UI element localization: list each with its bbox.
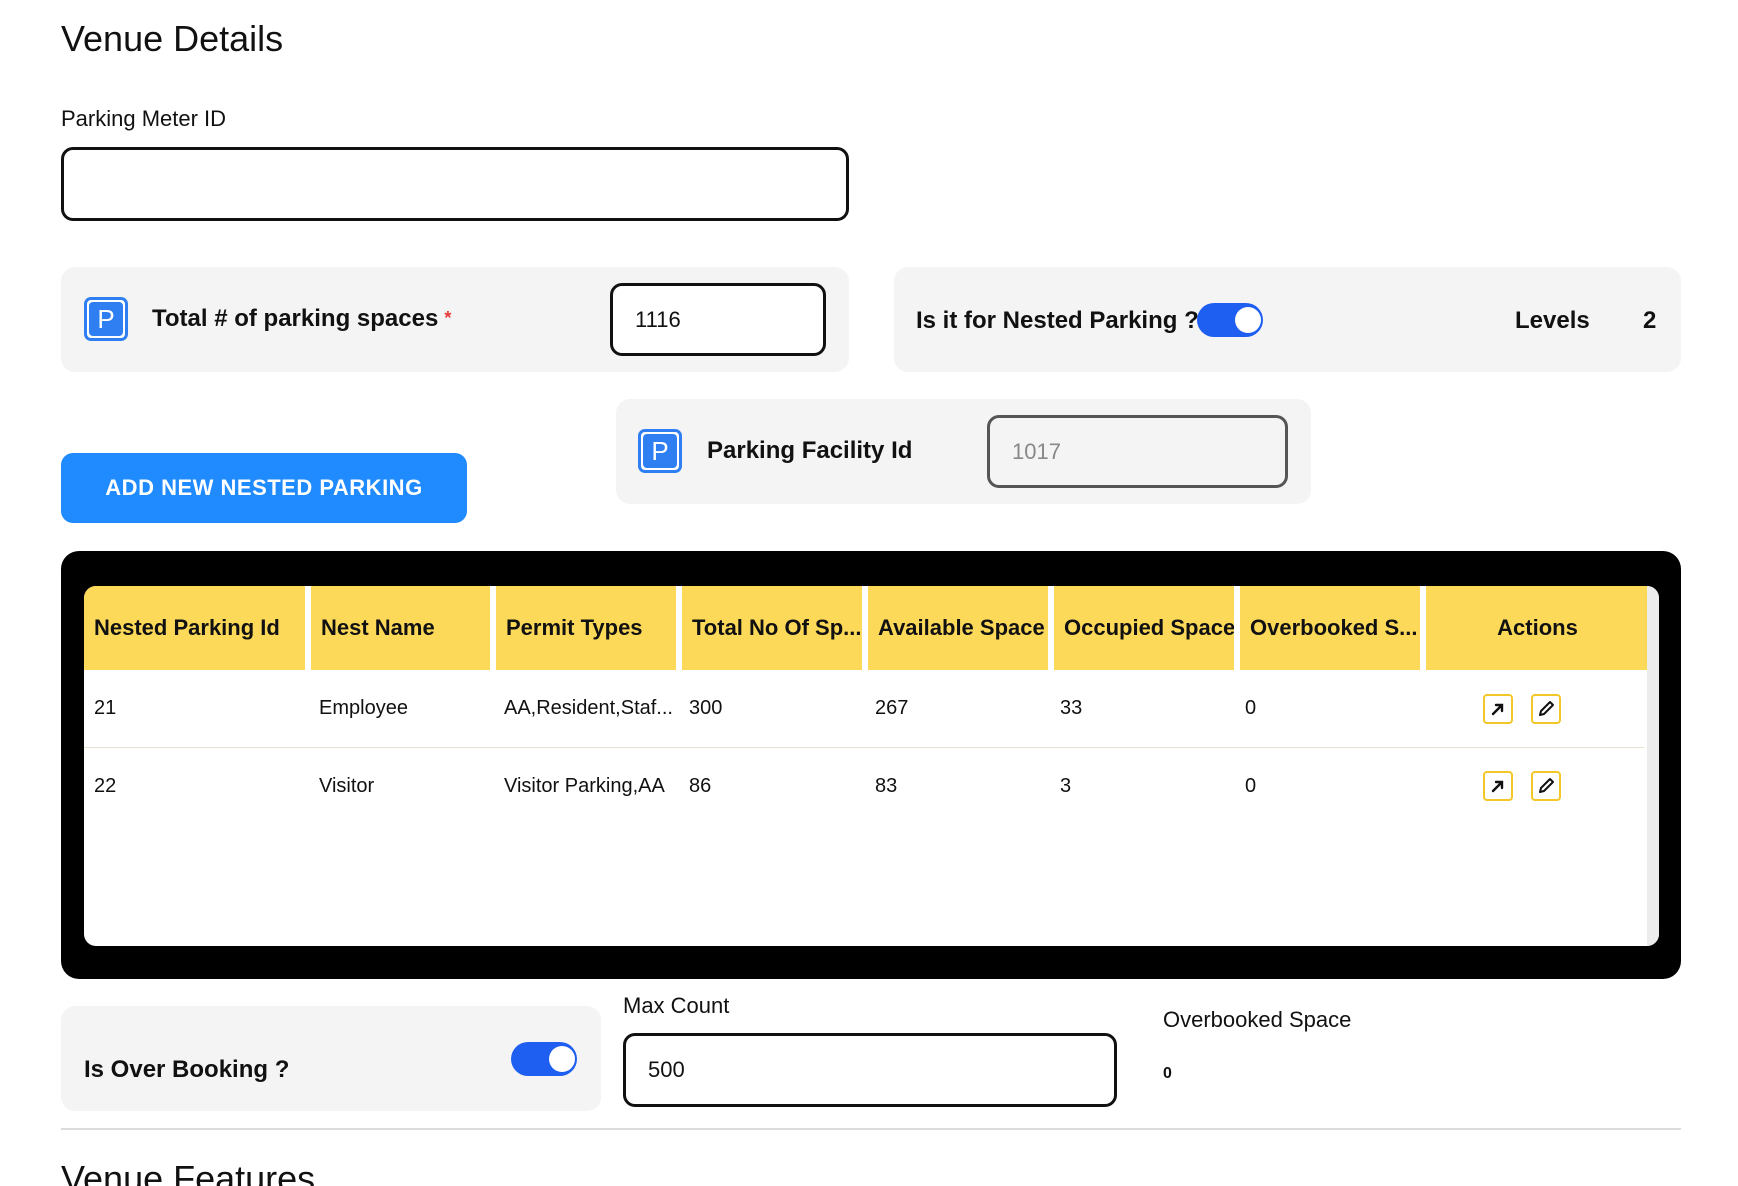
nested-parking-toggle[interactable] — [1197, 303, 1263, 337]
total-spaces-label-text: Total # of parking spaces — [152, 305, 439, 332]
parking-icon: P — [638, 429, 682, 473]
parking-meter-id-input[interactable] — [61, 147, 849, 221]
column-header-nested-parking-id[interactable]: Nested Parking Id — [84, 586, 305, 670]
column-header-total-spaces[interactable]: Total No Of Sp... — [682, 586, 862, 670]
over-booking-toggle[interactable] — [511, 1042, 577, 1076]
overbooked-space-label: Overbooked Space — [1163, 1007, 1352, 1032]
over-booking-label: Is Over Booking ? — [84, 1056, 290, 1083]
column-header-available-space[interactable]: Available Space — [868, 586, 1048, 670]
max-count-label: Max Count — [623, 993, 730, 1018]
cell-overbooked-space: 0 — [1245, 696, 1257, 719]
cell-occupied-space: 33 — [1060, 696, 1083, 719]
cell-available-space: 83 — [875, 774, 898, 797]
cell-available-space: 267 — [875, 696, 909, 719]
cell-nest-name: Employee — [319, 696, 408, 719]
toggle-knob — [1235, 307, 1261, 333]
parking-facility-input[interactable] — [987, 415, 1288, 488]
required-asterisk: * — [444, 308, 452, 328]
toggle-knob — [549, 1046, 575, 1072]
cell-occupied-space: 3 — [1060, 774, 1072, 797]
cell-nested-parking-id: 21 — [94, 696, 117, 719]
cell-total-spaces: 86 — [689, 774, 712, 797]
parking-icon: P — [84, 297, 128, 341]
total-spaces-input[interactable] — [610, 283, 826, 356]
edit-icon[interactable] — [1531, 771, 1561, 801]
add-nested-parking-button[interactable]: ADD NEW NESTED PARKING — [61, 453, 467, 523]
column-header-nest-name[interactable]: Nest Name — [311, 586, 490, 670]
venue-details-title: Venue Details — [61, 18, 284, 59]
levels-label: Levels — [1515, 307, 1590, 334]
table-header-row: Nested Parking Id Nest Name Permit Types… — [84, 586, 1659, 670]
venue-features-title: Venue Features — [61, 1158, 316, 1186]
section-divider — [61, 1128, 1681, 1130]
column-header-permit-types[interactable]: Permit Types — [496, 586, 676, 670]
table-scrollbar[interactable] — [1647, 586, 1659, 946]
cell-nested-parking-id: 22 — [94, 774, 117, 797]
cell-nest-name: Visitor — [319, 774, 375, 797]
cell-overbooked-space: 0 — [1245, 774, 1257, 797]
column-header-actions: Actions — [1426, 586, 1649, 670]
cell-total-spaces: 300 — [689, 696, 723, 719]
column-header-occupied-space[interactable]: Occupied Space — [1054, 586, 1234, 670]
nested-parking-label: Is it for Nested Parking ? — [916, 307, 1199, 334]
levels-value: 2 — [1643, 307, 1657, 334]
open-external-icon[interactable] — [1483, 771, 1513, 801]
total-spaces-label: Total # of parking spaces * — [152, 305, 451, 333]
parking-meter-id-label: Parking Meter ID — [61, 106, 227, 131]
cell-permit-types: Visitor Parking,AA — [504, 774, 665, 797]
column-header-overbooked-space[interactable]: Overbooked S... — [1240, 586, 1420, 670]
cell-permit-types: AA,Resident,Staf... — [504, 696, 673, 719]
parking-facility-label: Parking Facility Id — [707, 437, 913, 464]
open-external-icon[interactable] — [1483, 694, 1513, 724]
overbooked-space-value: 0 — [1163, 1065, 1172, 1082]
nested-parking-table: Nested Parking Id Nest Name Permit Types… — [84, 586, 1659, 946]
max-count-input[interactable] — [623, 1033, 1117, 1107]
edit-icon[interactable] — [1531, 694, 1561, 724]
